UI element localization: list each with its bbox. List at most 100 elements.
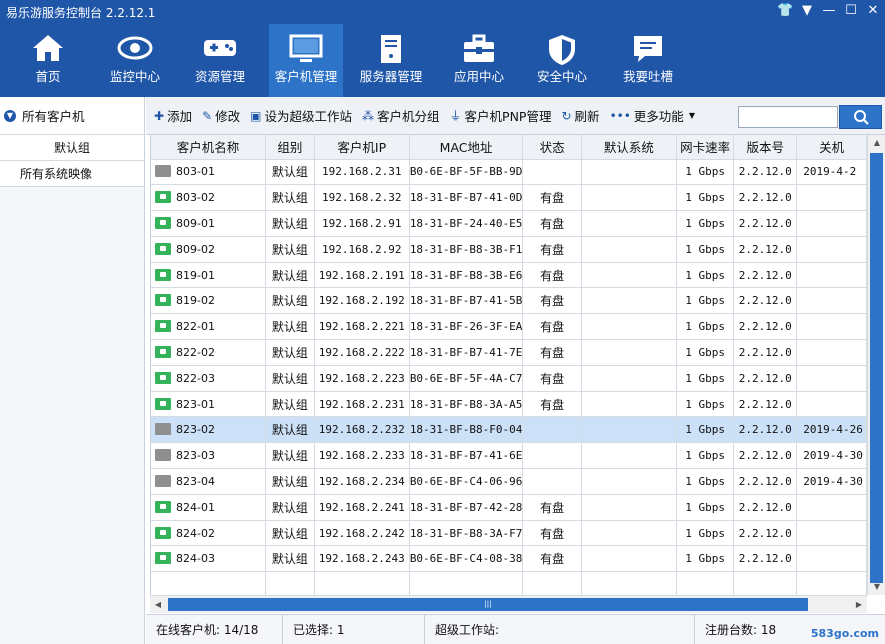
column-header[interactable]: 客户机IP [314,135,410,160]
vertical-scroll-thumb[interactable] [870,153,883,583]
tree-item-default-group[interactable]: 默认组 [0,135,144,161]
table-row[interactable]: 823-04 默认组 192.168.2.234 B0-6E-BF-C4-06-96 1… [151,468,867,495]
column-header[interactable]: MAC地址 [409,135,524,160]
tree-item-all-images[interactable]: 所有系统映像 [0,161,144,187]
cell-ip: 192.168.2.32 [314,184,410,212]
table-row[interactable]: 819-01 默认组 192.168.2.191 18-31-BF-B8-3B-E6 有… [151,262,867,289]
nav-home[interactable]: 首页 [9,24,87,97]
table-row[interactable]: 822-02 默认组 192.168.2.222 18-31-BF-B7-41-7E 有… [151,339,867,366]
nav-security[interactable]: 安全中心 [523,24,601,97]
cell-time: 2019-4-2 [796,159,867,186]
nav-apps[interactable]: 应用中心 [440,24,518,97]
table-row[interactable]: 823-03 默认组 192.168.2.233 18-31-BF-B7-41-6E 1… [151,442,867,470]
set-super-ws-button[interactable]: ▣ 设为超级工作站 [250,106,352,125]
cell-sys [581,287,677,315]
cell-group: 默认组 [265,313,315,341]
column-header[interactable]: 状态 [522,135,582,160]
column-header[interactable]: 关机 [796,135,867,160]
tree-root[interactable]: ▼ 所有客户机 [0,97,144,135]
cell-time [796,236,867,263]
column-header[interactable]: 默认系统 [581,135,677,160]
client-name: 822-03 [176,371,215,385]
table-row[interactable]: 823-01 默认组 192.168.2.231 18-31-BF-B8-3A-A5 有… [151,391,867,418]
vertical-scrollbar[interactable]: ▲ ▼ [867,135,885,595]
group-button[interactable]: ⁂ 客户机分组 [362,106,440,125]
nav-feedback[interactable]: 我要吐槽 [609,24,687,97]
collapse-icon[interactable]: ▼ [4,109,16,122]
pnp-button[interactable]: ⏚ 客户机PNP管理 [450,106,552,125]
cell-name: 823-04 [151,468,266,495]
cell-mac: 18-31-BF-B8-3A-F7 [409,520,524,547]
client-offline-icon [155,165,171,178]
cell-ip: 192.168.2.223 [314,365,410,392]
cell-sys [581,520,677,547]
search-input[interactable] [738,106,838,128]
search-button[interactable] [839,105,882,129]
cell-status: 有盘 [522,545,582,573]
scroll-left-icon[interactable]: ◀ [150,596,166,614]
refresh-button[interactable]: ↻ 刷新 [561,106,599,125]
cell-time: 2019-4-30 [796,468,867,495]
cell-time [796,545,867,573]
table-row[interactable]: 824-02 默认组 192.168.2.242 18-31-BF-B8-3A-F7 有… [151,520,867,547]
cell-status [522,159,582,186]
plus-icon: ✚ [154,108,165,123]
table-row[interactable]: 819-02 默认组 192.168.2.192 18-31-BF-B7-41-5B 有… [151,287,867,315]
window-title: 易乐游服务控制台 2.2.12.1 [6,6,156,20]
table-row[interactable]: 809-01 默认组 192.168.2.91 18-31-BF-24-40-E5 有盘… [151,210,867,237]
scroll-up-icon[interactable]: ▲ [868,135,885,151]
cell-status: 有盘 [522,494,582,521]
horizontal-scrollbar[interactable]: ◀ ||| ▶ [150,595,867,613]
nav-resource[interactable]: 资源管理 [181,24,259,97]
column-header[interactable]: 版本号 [733,135,798,160]
cell-empty [733,571,798,595]
cell-empty [676,571,735,595]
scroll-right-icon[interactable]: ▶ [851,596,867,614]
status-bar: 在线客户机: 14/18 已选择: 1 超级工作站: 注册台数: 18 [146,614,885,644]
client-online-icon [155,371,171,384]
shirt-icon[interactable]: 👕 [777,3,793,19]
edit-button[interactable]: ✎ 修改 [202,106,240,125]
table-row[interactable]: 824-03 默认组 192.168.2.243 B0-6E-BF-C4-08-38 有… [151,545,867,573]
column-header[interactable]: 客户机名称 [151,135,266,160]
table-row[interactable]: 822-01 默认组 192.168.2.221 18-31-BF-26-3F-EA 有… [151,313,867,341]
horizontal-scroll-thumb[interactable]: ||| [168,598,808,611]
table-row[interactable]: 803-02 默认组 192.168.2.32 18-31-BF-B7-41-0D 有盘… [151,184,867,212]
nav-label: 首页 [35,69,61,84]
column-header[interactable]: 网卡速率 [676,135,735,160]
nav-client[interactable]: 客户机管理 [269,24,343,97]
column-header[interactable]: 组别 [265,135,315,160]
client-name: 803-02 [176,191,215,205]
table-row-empty [151,571,867,595]
minimize-icon[interactable]: — [821,3,837,19]
cell-group: 默认组 [265,210,315,237]
cell-mac: 18-31-BF-26-3F-EA [409,313,524,341]
refresh-icon: ↻ [561,108,572,123]
cell-ver: 2.2.12.0 [733,365,798,392]
table-row[interactable]: 822-03 默认组 192.168.2.223 B0-6E-BF-5F-4A-C7 有… [151,365,867,392]
cell-group: 默认组 [265,391,315,418]
client-online-icon [155,242,171,255]
table-row[interactable]: 809-02 默认组 192.168.2.92 18-31-BF-B8-3B-F1 有盘… [151,236,867,263]
table-row[interactable]: 823-02 默认组 192.168.2.232 18-31-BF-B8-F0-04 1… [151,416,867,444]
cell-mac: 18-31-BF-B7-42-28 [409,494,524,521]
maximize-icon[interactable]: ☐ [843,3,859,19]
add-button[interactable]: ✚ 添加 [154,106,192,125]
client-name: 819-01 [176,268,215,282]
dropdown-icon[interactable]: ▼ [799,3,815,19]
table-row[interactable]: 824-01 默认组 192.168.2.241 18-31-BF-B7-42-28 有… [151,494,867,521]
cell-status: 有盘 [522,210,582,237]
cell-group: 默认组 [265,365,315,392]
cell-mac: 18-31-BF-B7-41-0D [409,184,524,212]
close-icon[interactable]: ✕ [865,3,881,19]
cell-mac: 18-31-BF-B8-3B-F1 [409,236,524,263]
scroll-down-icon[interactable]: ▼ [868,579,885,595]
nav-monitor[interactable]: 监控中心 [96,24,174,97]
client-name: 823-01 [176,397,215,411]
table-row[interactable]: 803-01 默认组 192.168.2.31 B0-6E-BF-5F-BB-9D 1 … [151,159,867,186]
cell-ip: 192.168.2.31 [314,159,410,186]
nav-server[interactable]: 服务器管理 [352,24,430,97]
cell-mac: B0-6E-BF-C4-08-38 [409,545,524,573]
nav-label: 客户机管理 [274,69,338,84]
more-button[interactable]: ••• 更多功能 ▼ [610,106,695,125]
